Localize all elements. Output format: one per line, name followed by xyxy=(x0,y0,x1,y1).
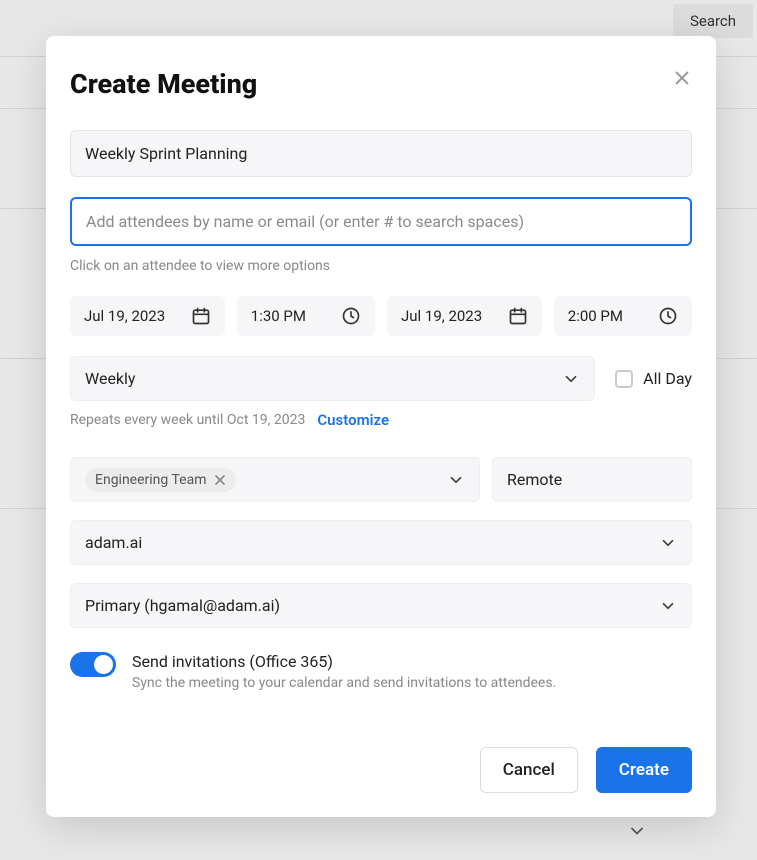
toggle-title: Send invitations (Office 365) xyxy=(132,652,556,671)
recurrence-value: Weekly xyxy=(85,369,136,388)
send-invitations-toggle[interactable] xyxy=(70,652,116,677)
team-select[interactable]: Engineering Team xyxy=(70,457,480,502)
end-date-value: Jul 19, 2023 xyxy=(401,307,482,325)
start-time-picker[interactable]: 1:30 PM xyxy=(237,296,375,336)
meeting-name-input[interactable] xyxy=(70,130,692,177)
repeats-text: Repeats every week until Oct 19, 2023 xyxy=(70,412,305,428)
customize-link[interactable]: Customize xyxy=(317,411,389,429)
all-day-checkbox[interactable] xyxy=(615,370,633,388)
search-button[interactable]: Search xyxy=(673,4,753,38)
attendees-input[interactable] xyxy=(70,197,692,246)
chevron-down-icon xyxy=(659,534,677,552)
tag-remove-icon[interactable] xyxy=(214,474,226,486)
clock-icon xyxy=(341,306,361,326)
toggle-knob xyxy=(94,655,113,674)
calendar-icon xyxy=(508,306,528,326)
attendees-helper-text: Click on an attendee to view more option… xyxy=(70,258,692,274)
end-date-picker[interactable]: Jul 19, 2023 xyxy=(387,296,542,336)
team-tag: Engineering Team xyxy=(85,468,236,492)
modal-title: Create Meeting xyxy=(70,68,257,100)
clock-icon xyxy=(658,306,678,326)
search-label: Search xyxy=(690,12,736,30)
toggle-description: Sync the meeting to your calendar and se… xyxy=(132,675,556,691)
team-tag-label: Engineering Team xyxy=(95,472,206,488)
all-day-label: All Day xyxy=(643,369,692,388)
team-location-row: Engineering Team xyxy=(70,457,692,502)
start-date-picker[interactable]: Jul 19, 2023 xyxy=(70,296,225,336)
chevron-down-icon xyxy=(447,471,465,489)
workspace-value: adam.ai xyxy=(85,533,142,552)
calendar-icon xyxy=(191,306,211,326)
cancel-button[interactable]: Cancel xyxy=(480,747,578,793)
create-meeting-modal: Create Meeting Click on an attendee to v… xyxy=(46,36,716,817)
chevron-down-icon xyxy=(562,370,580,388)
calendar-value: Primary (hgamal@adam.ai) xyxy=(85,596,280,615)
chevron-down-icon[interactable] xyxy=(627,821,647,845)
all-day-checkbox-wrap: All Day xyxy=(615,369,692,388)
recurrence-row: Weekly All Day xyxy=(70,356,692,401)
start-time-value: 1:30 PM xyxy=(251,307,306,325)
modal-footer: Cancel Create xyxy=(70,747,692,793)
location-input[interactable] xyxy=(492,457,692,502)
calendar-select[interactable]: Primary (hgamal@adam.ai) xyxy=(70,583,692,628)
datetime-row: Jul 19, 2023 1:30 PM Jul 19, 2023 2:00 P… xyxy=(70,296,692,336)
close-icon[interactable] xyxy=(672,68,692,88)
create-button[interactable]: Create xyxy=(596,747,692,793)
modal-header: Create Meeting xyxy=(70,68,692,100)
toggle-content: Send invitations (Office 365) Sync the m… xyxy=(132,652,556,691)
repeat-row: Repeats every week until Oct 19, 2023 Cu… xyxy=(70,411,692,429)
chevron-down-icon xyxy=(659,597,677,615)
recurrence-select[interactable]: Weekly xyxy=(70,356,595,401)
end-time-value: 2:00 PM xyxy=(568,307,623,325)
start-date-value: Jul 19, 2023 xyxy=(84,307,165,325)
end-time-picker[interactable]: 2:00 PM xyxy=(554,296,692,336)
send-invitations-row: Send invitations (Office 365) Sync the m… xyxy=(70,652,692,691)
workspace-select[interactable]: adam.ai xyxy=(70,520,692,565)
